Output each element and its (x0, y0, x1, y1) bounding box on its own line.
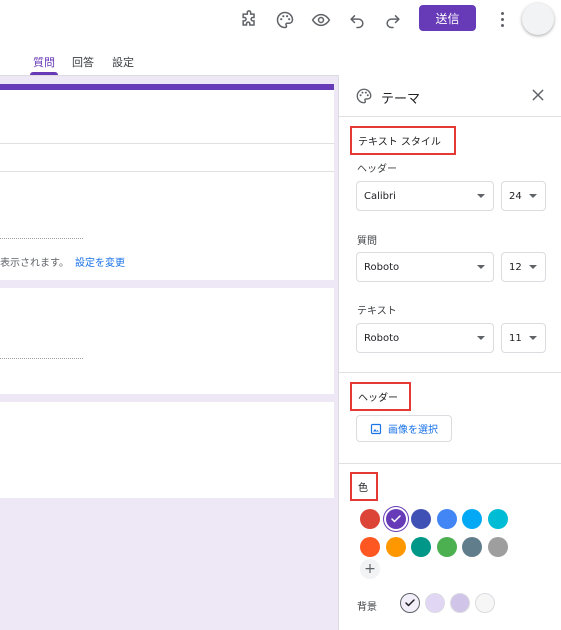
color-swatch[interactable] (462, 509, 482, 529)
close-icon[interactable] (530, 87, 546, 103)
header-section-title: ヘッダー (350, 382, 411, 411)
question-font-value: Roboto (364, 261, 400, 273)
tab-questions[interactable]: 質問 (33, 54, 55, 70)
color-swatch[interactable] (462, 537, 482, 557)
question-size-select[interactable]: 12 (501, 252, 546, 282)
form-title-row[interactable] (0, 90, 334, 144)
question-font-select[interactable]: Roboto (356, 252, 494, 282)
chevron-down-icon (529, 336, 537, 340)
avatar[interactable] (522, 3, 554, 35)
background-swatch[interactable] (450, 593, 470, 613)
form-header-card[interactable]: 表示されます。 設定を変更 (0, 84, 334, 280)
check-icon (390, 515, 401, 523)
section-divider (339, 463, 561, 464)
header-font-select[interactable]: Calibri (356, 181, 494, 211)
color-swatch[interactable] (487, 537, 508, 557)
top-toolbar: 送信 (0, 0, 561, 48)
image-icon (370, 423, 382, 434)
background-swatch[interactable] (400, 593, 420, 613)
color-swatch[interactable] (385, 509, 406, 529)
question-size-value: 12 (509, 261, 522, 273)
text-font-value: Roboto (364, 332, 400, 344)
add-color-button[interactable]: + (360, 559, 380, 579)
theme-panel-header: テーマ (339, 75, 561, 117)
more-vert-icon[interactable] (495, 9, 509, 29)
tab-responses[interactable]: 回答 (72, 54, 94, 70)
text-size-value: 11 (509, 332, 522, 344)
choose-image-button[interactable]: 画像を選択 (356, 415, 452, 442)
text-size-select[interactable]: 11 (501, 323, 546, 353)
form-canvas: 表示されます。 設定を変更 (0, 75, 338, 630)
tab-settings[interactable]: 設定 (112, 54, 134, 70)
form-description-row[interactable] (0, 144, 334, 172)
chevron-down-icon (529, 265, 537, 269)
puzzle-icon[interactable] (238, 9, 260, 31)
color-swatch[interactable] (436, 537, 457, 557)
color-swatch[interactable] (360, 537, 380, 557)
question-card[interactable] (0, 402, 334, 498)
check-icon (405, 599, 415, 607)
email-note: 表示されます。 設定を変更 (0, 254, 125, 269)
redo-icon[interactable] (382, 9, 404, 31)
chevron-down-icon (477, 336, 485, 340)
theme-panel: テーマ テキスト スタイル ヘッダー Calibri 24 質問 Roboto … (338, 75, 561, 630)
color-swatch[interactable] (360, 509, 380, 529)
chevron-down-icon (529, 194, 537, 198)
color-swatch[interactable] (487, 509, 508, 529)
section-divider (339, 372, 561, 373)
chevron-down-icon (477, 194, 485, 198)
text-style-title: テキスト スタイル (350, 126, 456, 155)
palette-icon[interactable] (274, 9, 296, 31)
color-swatch[interactable] (411, 537, 431, 557)
chevron-down-icon (477, 265, 485, 269)
background-swatch[interactable] (475, 593, 495, 613)
text-font-select[interactable]: Roboto (356, 323, 494, 353)
color-section-title: 色 (350, 472, 378, 501)
question-card[interactable] (0, 288, 334, 394)
color-swatch[interactable] (411, 509, 431, 529)
send-button[interactable]: 送信 (419, 5, 476, 31)
eye-icon[interactable] (310, 9, 332, 31)
theme-panel-title: テーマ (381, 92, 421, 107)
header-font-value: Calibri (364, 190, 396, 202)
question-font-label: 質問 (357, 236, 377, 247)
color-swatch[interactable] (385, 537, 406, 557)
change-settings-link[interactable]: 設定を変更 (75, 258, 125, 269)
field-underline (0, 238, 83, 239)
header-size-value: 24 (509, 190, 522, 202)
text-font-label: テキスト (357, 306, 397, 317)
answer-underline (0, 358, 83, 359)
header-font-label: ヘッダー (357, 164, 397, 175)
header-size-select[interactable]: 24 (501, 181, 546, 211)
choose-image-label: 画像を選択 (388, 425, 438, 436)
palette-icon (356, 88, 372, 104)
undo-icon[interactable] (346, 9, 368, 31)
background-swatch[interactable] (425, 593, 445, 613)
color-swatch[interactable] (436, 509, 457, 529)
email-note-text: 表示されます。 (0, 258, 69, 269)
background-label: 背景 (357, 602, 377, 613)
